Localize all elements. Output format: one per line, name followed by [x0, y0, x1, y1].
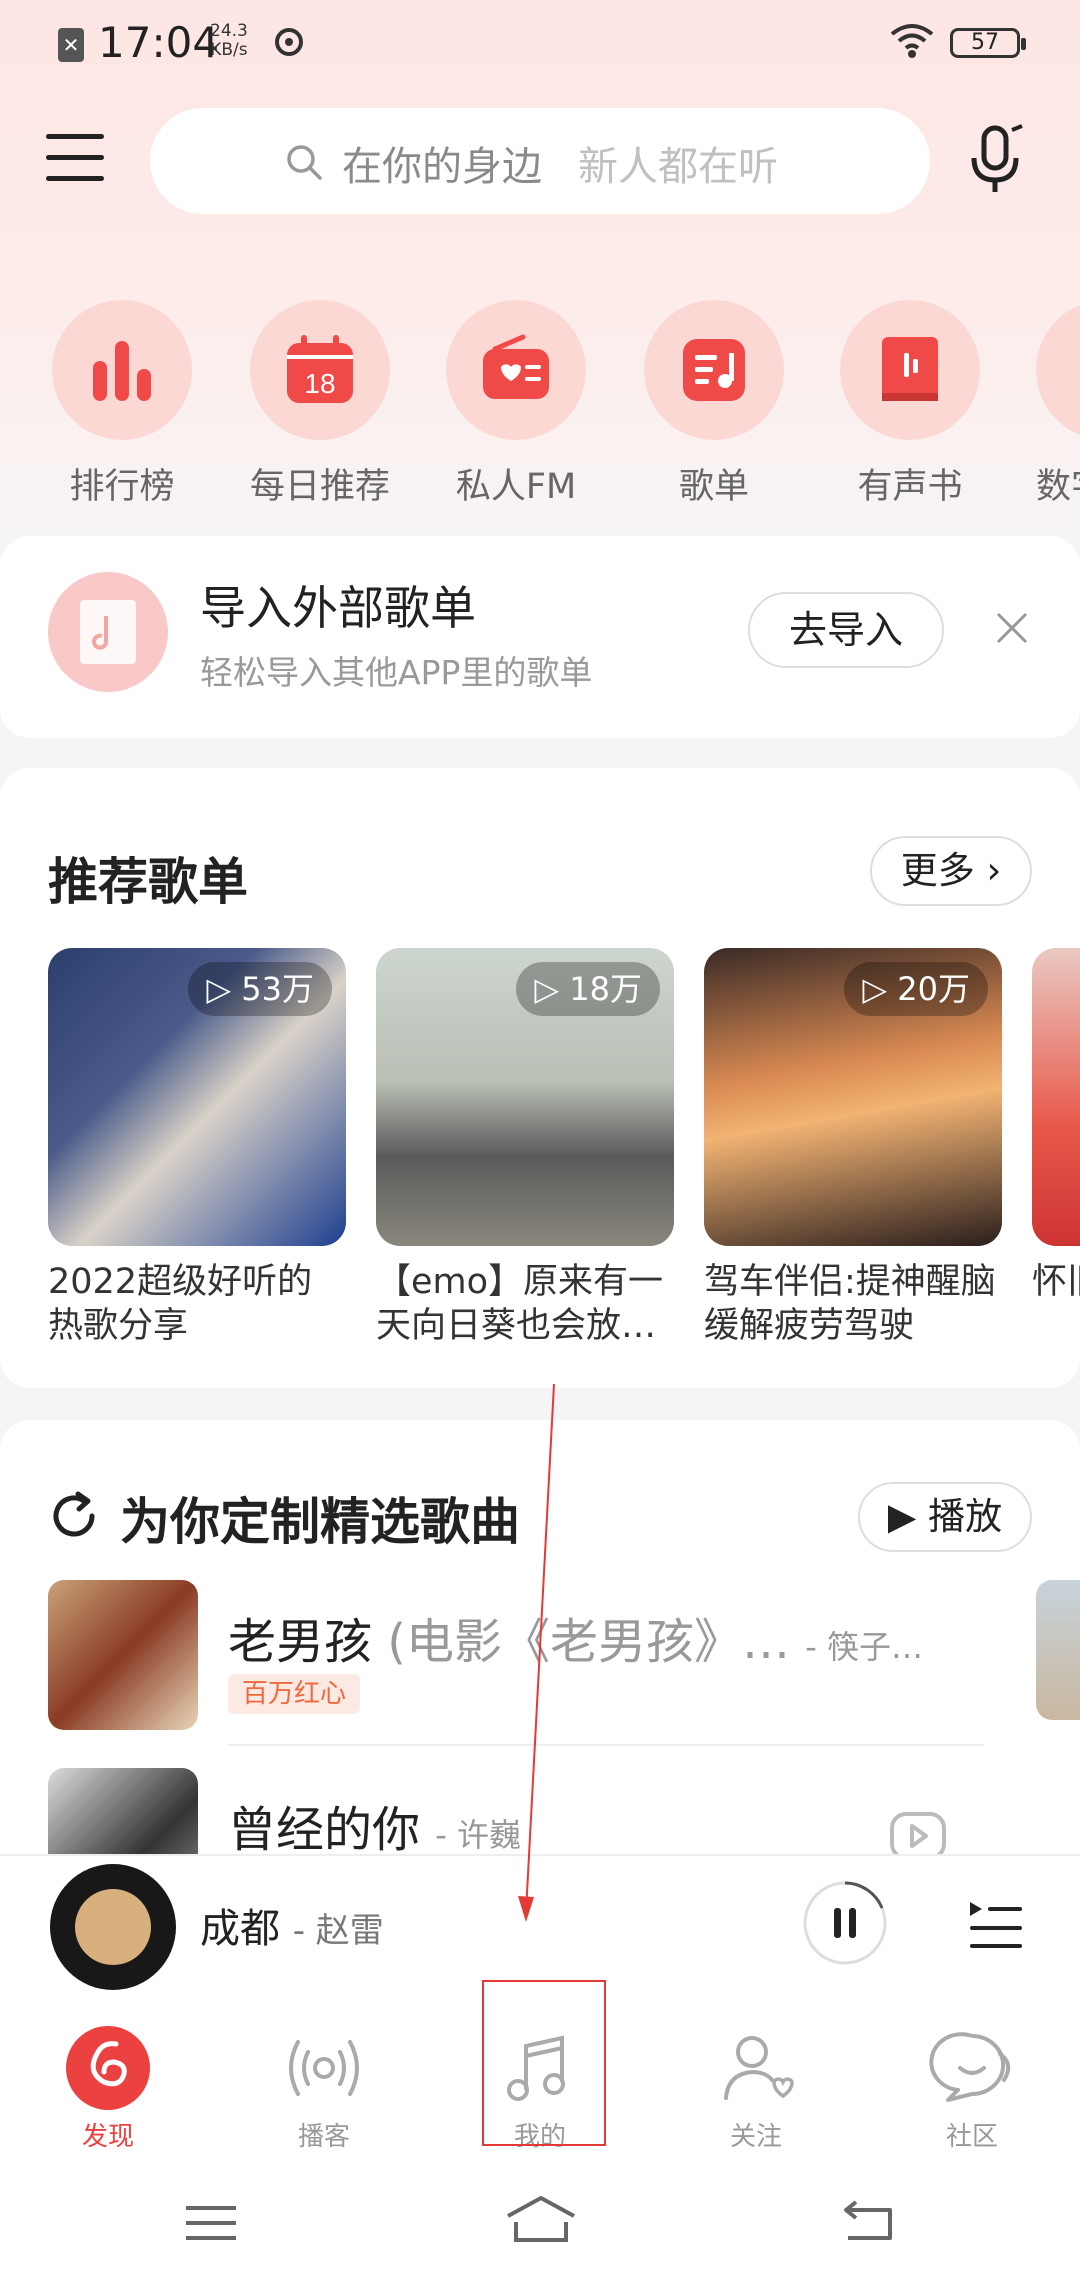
tap-annotation-arrow — [518, 1383, 555, 1922]
tap-target-highlight — [482, 1980, 606, 2146]
